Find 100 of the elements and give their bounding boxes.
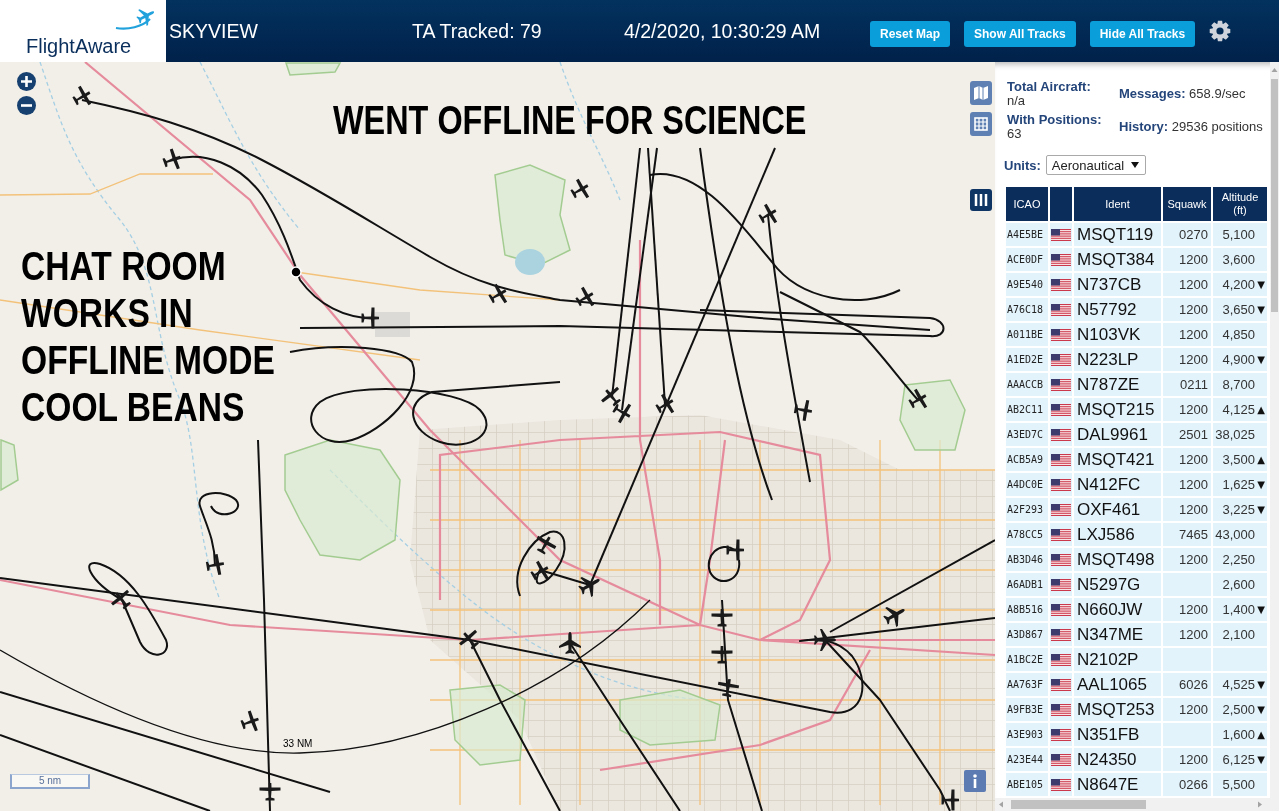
airplane-icon[interactable]	[601, 386, 621, 407]
table-row[interactable]: A9E540 N737CB 1200 4,200 ▼	[1006, 273, 1267, 296]
settings-icon[interactable]	[1209, 20, 1232, 42]
table-row[interactable]: AA763F AAL1065 6026 4,525 ▼	[1006, 673, 1267, 696]
info-icon[interactable]	[964, 770, 986, 792]
horizontal-scrollbar[interactable]	[995, 798, 1270, 811]
airplane-icon[interactable]	[488, 283, 508, 304]
airplane-icon[interactable]	[536, 535, 557, 555]
aircraft-ident: DAL9961	[1077, 424, 1148, 445]
table-row[interactable]: A3D867 N347ME 1200 2,100	[1006, 623, 1267, 646]
squawk-code: 1200	[1179, 702, 1208, 717]
table-row[interactable]: A2F293 OXF461 1200 3,225 ▼	[1006, 498, 1267, 521]
annotation-text: WENT OFFLINE FOR SCIENCE	[333, 98, 807, 142]
table-row[interactable]: A23E44 N24350 1200 6,125 ▼	[1006, 748, 1267, 771]
airplane-icon[interactable]	[570, 178, 590, 199]
flag-icon	[1051, 228, 1071, 241]
aircraft-ident: MSQT498	[1077, 549, 1155, 570]
airplane-icon[interactable]	[361, 307, 379, 329]
column-header[interactable]: Squawk	[1167, 197, 1207, 211]
airplane-icon[interactable]	[459, 629, 479, 650]
table-row[interactable]: AB3D46 MSQT498 1200 2,250	[1006, 548, 1267, 571]
altitude-value: 8,700	[1222, 377, 1255, 392]
airplane-icon[interactable]	[711, 646, 733, 664]
grid-icon[interactable]	[970, 112, 992, 136]
altitude-value: 3,650	[1222, 302, 1255, 317]
table-row[interactable]: A3ED7C DAL9961 2501 38,025	[1006, 423, 1267, 446]
altitude-value: 5,500	[1222, 777, 1255, 792]
table-row[interactable]: A1BC2E N2102P	[1006, 648, 1267, 671]
table-row[interactable]: ACB5A9 MSQT421 1200 3,500 ▲	[1006, 448, 1267, 471]
table-row[interactable]: A6ADB1 N5297G 2,600	[1006, 573, 1267, 596]
airplane-icon[interactable]	[655, 393, 675, 414]
map-icon[interactable]	[970, 81, 992, 105]
icao-code: AAACCB	[1007, 379, 1044, 390]
airplane-icon[interactable]	[72, 85, 92, 106]
airplane-icon[interactable]	[612, 403, 632, 424]
aircraft-ident: N57792	[1077, 299, 1137, 320]
aircraft-ident: N103VK	[1077, 324, 1141, 345]
caret-icon	[1131, 162, 1140, 168]
icao-code: A9FB3E	[1007, 704, 1044, 715]
flag-icon	[1051, 528, 1071, 541]
aircraft-ident: N347ME	[1077, 624, 1144, 645]
flag-icon	[1051, 678, 1071, 691]
table-row[interactable]: AB2C11 MSQT215 1200 4,125 ▲	[1006, 398, 1267, 421]
table-row[interactable]: AAACCB N787ZE 0211 8,700	[1006, 373, 1267, 396]
table-row[interactable]: A011BE N103VK 1200 4,850	[1006, 323, 1267, 346]
vertical-scrollbar[interactable]	[1270, 62, 1279, 811]
altitude-value: 4,200	[1222, 277, 1255, 292]
airplane-icon[interactable]	[559, 632, 581, 654]
altitude-value: 3,225	[1222, 502, 1255, 517]
table-row[interactable]: A4E5BE MSQT119 0270 5,100	[1006, 223, 1267, 246]
airplane-icon[interactable]	[578, 576, 600, 598]
aircraft-ident: MSQT421	[1077, 449, 1155, 470]
table-row[interactable]: ABE105 N8647E 0266 5,500	[1006, 773, 1267, 796]
table-row[interactable]: A1ED2E N223LP 1200 4,900 ▼	[1006, 348, 1267, 371]
squawk-code: 1200	[1179, 452, 1208, 467]
airplane-icon[interactable]	[259, 783, 281, 801]
airplane-icon[interactable]	[162, 148, 181, 170]
airplane-icon[interactable]	[717, 678, 740, 698]
squawk-code: 1200	[1179, 602, 1208, 617]
airplane-icon[interactable]	[883, 606, 905, 628]
flag-icon	[1051, 578, 1071, 591]
altitude-value: 43,000	[1215, 527, 1255, 542]
table-row[interactable]: ACE0DF MSQT384 1200 3,600	[1006, 248, 1267, 271]
table-row[interactable]: A4DC0E N412FC 1200 1,625 ▼	[1006, 473, 1267, 496]
columns-icon[interactable]	[970, 189, 992, 211]
airplane-icon[interactable]	[711, 609, 733, 627]
airplane-icon[interactable]	[908, 388, 928, 409]
stat-text: Total Aircraft: n/a	[1007, 80, 1092, 108]
airplane-icon[interactable]	[240, 710, 259, 732]
airplane-icon[interactable]	[814, 629, 836, 651]
airplane-icon[interactable]	[205, 553, 225, 576]
airplane-icon[interactable]	[726, 539, 744, 561]
altitude-trend: ▲	[1257, 454, 1265, 465]
aircraft-ident: OXF461	[1077, 499, 1141, 520]
squawk-code: 1200	[1179, 477, 1208, 492]
table-row[interactable]: A8B516 N660JW 1200 1,400 ▼	[1006, 598, 1267, 621]
airplane-icon[interactable]	[575, 286, 595, 307]
units-select[interactable]: Aeronautical	[1045, 155, 1147, 175]
altitude-value: 2,600	[1222, 577, 1255, 592]
airplane-icon[interactable]	[530, 560, 550, 581]
airplane-icon[interactable]	[111, 589, 131, 610]
zoom-in-icon[interactable]	[17, 72, 36, 91]
table-row[interactable]: A76C18 N57792 1200 3,650 ▼	[1006, 298, 1267, 321]
scale-bar: 5 nm	[10, 774, 90, 789]
airplane-icon[interactable]	[793, 399, 813, 422]
table-row[interactable]: A3E903 N351FB 1,600 ▲	[1006, 723, 1267, 746]
aircraft-ident: LXJ586	[1077, 524, 1135, 545]
column-header[interactable]: ICAO	[1013, 197, 1041, 211]
table-row[interactable]: A9FB3E MSQT253 1200 2,500 ▼	[1006, 698, 1267, 721]
zoom-out-icon[interactable]	[17, 96, 36, 115]
column-header[interactable]: Altitude (ft)	[1215, 191, 1265, 217]
airplane-icon[interactable]	[758, 203, 778, 224]
flag-icon	[1051, 628, 1071, 641]
flag-icon	[1051, 428, 1071, 441]
squawk-code: 0270	[1179, 227, 1208, 242]
column-header[interactable]: Ident	[1105, 197, 1130, 211]
icao-code: A4E5BE	[1007, 229, 1044, 240]
altitude-value: 4,125	[1222, 402, 1255, 417]
table-row[interactable]: A78CC5 LXJ586 7465 43,000	[1006, 523, 1267, 546]
airplane-icon[interactable]	[941, 789, 959, 811]
